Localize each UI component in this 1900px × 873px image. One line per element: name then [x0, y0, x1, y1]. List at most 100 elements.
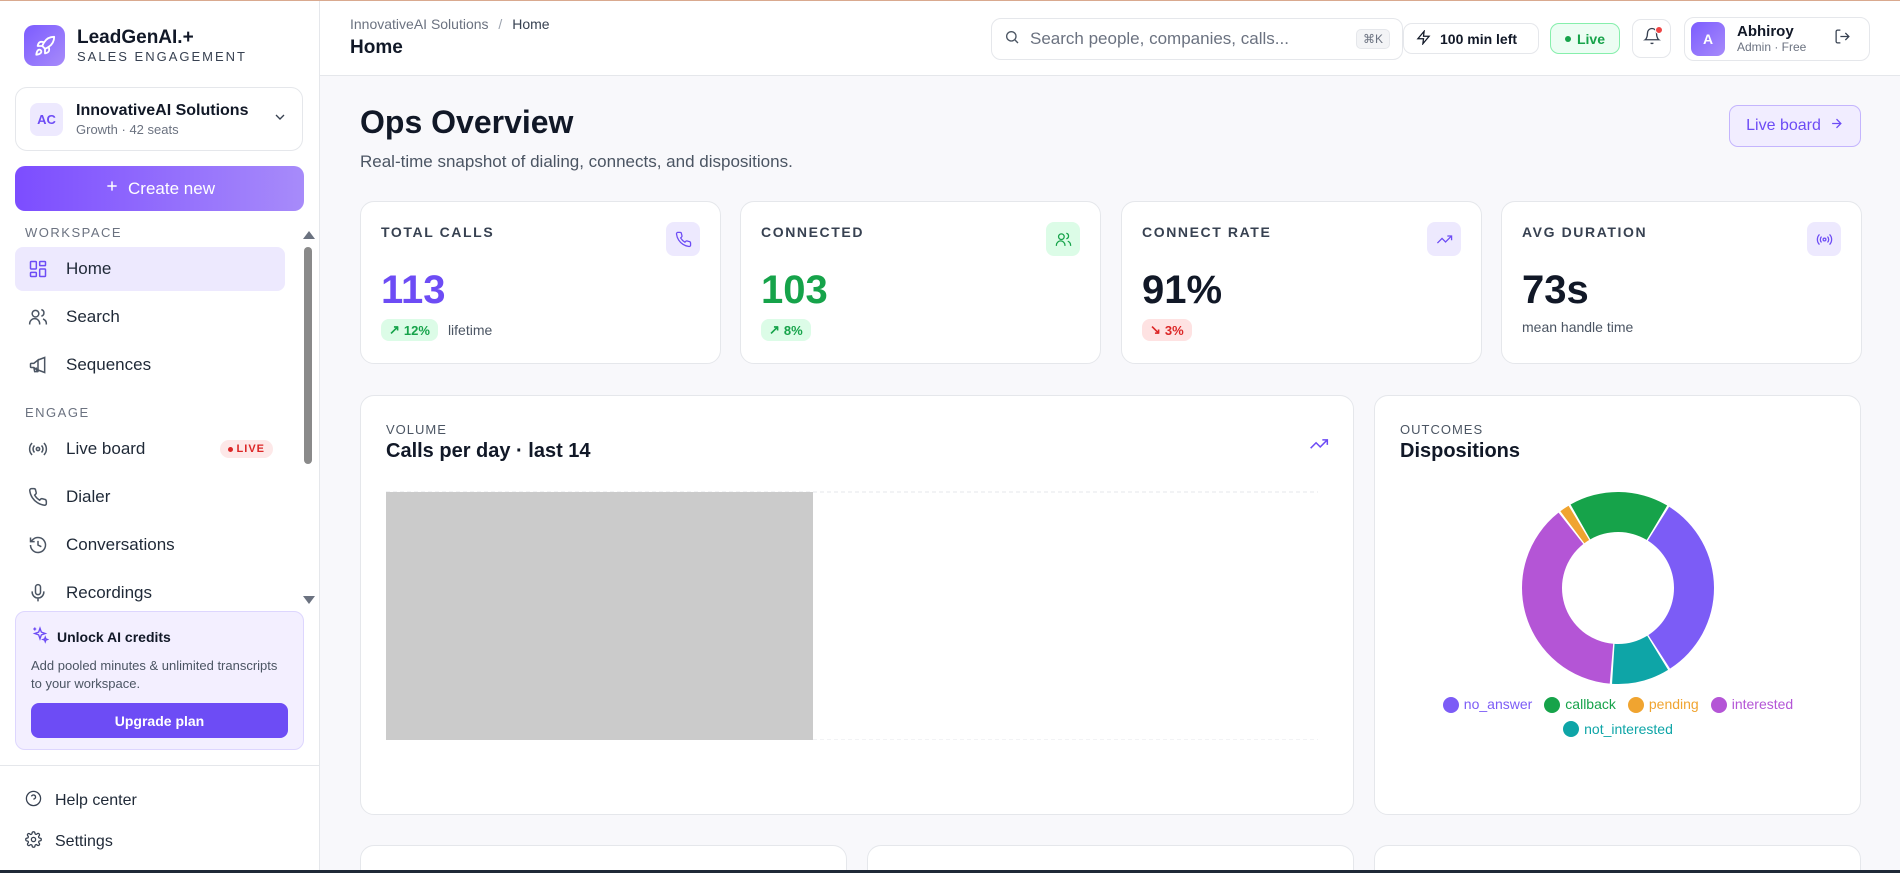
grid-icon [27, 258, 49, 280]
minutes-left-pill[interactable]: 100 min left [1403, 23, 1539, 54]
sidebar-nav: WORKSPACE Home Search Sequences ENGAGE L… [15, 223, 305, 610]
legend-item-callback[interactable]: callback [1544, 694, 1616, 715]
legend-label: no_answer [1463, 696, 1533, 712]
dispositions-legend: no_answer callback pending interested not_in… [1375, 694, 1861, 743]
live-dot [227, 446, 233, 452]
legend-label: interested [1731, 696, 1794, 712]
sidebar-item-label: Recordings [66, 583, 152, 602]
logout-icon[interactable] [1834, 28, 1851, 50]
plus-icon [104, 178, 120, 199]
brand-subtitle: SALES ENGAGEMENT [77, 48, 247, 64]
legend-item-interested[interactable]: interested [1710, 694, 1794, 715]
sidebar-scrollbar[interactable] [302, 229, 315, 609]
top-header: InnovativeAI Solutions / Home Home Searc… [320, 1, 1900, 76]
kpi-card-avg-duration: AVG DURATION 73s mean handle time [1501, 201, 1862, 364]
volume-chart-area [386, 491, 1318, 740]
sidebar-item-dialer[interactable]: Dialer [15, 475, 285, 519]
donut-slice-callback[interactable] [1570, 492, 1668, 540]
trend-up-icon[interactable] [1309, 434, 1329, 459]
search-input[interactable]: Search people, companies, calls... ⌘K [991, 18, 1403, 60]
kpi-label: CONNECT RATE [1142, 224, 1272, 240]
create-new-label: Create new [128, 178, 215, 198]
live-badge: LIVE [219, 440, 273, 458]
users-icon [27, 306, 49, 328]
legend-item-not-interested[interactable]: not_interested [1563, 719, 1673, 740]
donut-slice-interested[interactable] [1522, 512, 1614, 684]
sidebar-item-label: Live board [66, 439, 146, 458]
arrow-down-right-icon: ↘ [1150, 322, 1161, 337]
donut-slice-no-answer[interactable] [1647, 506, 1714, 669]
live-badge-label: LIVE [236, 443, 265, 455]
brand[interactable]: LeadGenAI.+ SALES ENGAGEMENT [24, 25, 247, 66]
sidebar-item-search[interactable]: Search [15, 295, 285, 339]
kpi-change-value: 3% [1164, 322, 1184, 338]
chart-loading-placeholder [386, 492, 813, 740]
sidebar-item-home[interactable]: Home [15, 247, 285, 291]
promo-title: Unlock AI credits [57, 628, 171, 645]
org-name: InnovativeAI Solutions [76, 101, 249, 119]
gear-icon [25, 830, 42, 853]
kpi-value: 113 [381, 268, 446, 312]
sidebar-item-label: Conversations [66, 535, 175, 554]
help-center-label: Help center [55, 791, 137, 809]
live-board-button[interactable]: Live board [1729, 105, 1861, 147]
avatar: A [1691, 22, 1725, 56]
history-icon [27, 534, 49, 556]
kpi-label: CONNECTED [761, 224, 865, 240]
legend-label: not_interested [1584, 720, 1673, 737]
broadcast-icon [27, 438, 49, 460]
kpi-card-total-calls: TOTAL CALLS 113 ↗ 12% lifetime [360, 201, 721, 364]
search-icon [1004, 29, 1020, 50]
org-badge: AC [30, 102, 63, 136]
breadcrumb-separator: / [498, 16, 503, 32]
live-status-pill[interactable]: Live [1550, 23, 1620, 54]
sidebar-item-live-board[interactable]: Live board LIVE [15, 427, 285, 471]
settings-label: Settings [55, 832, 113, 850]
org-plan: Growth · 42 seats [76, 121, 179, 137]
sidebar-item-recordings[interactable]: Recordings [15, 571, 285, 610]
outcomes-card: OUTCOMES Dispositions no_answer callback p… [1374, 395, 1861, 815]
page-title: Home [350, 37, 403, 58]
mic-icon [27, 582, 49, 604]
phone-icon [666, 222, 700, 256]
upgrade-plan-button[interactable]: Upgrade plan [31, 703, 288, 738]
settings-link[interactable]: Settings [0, 821, 320, 862]
live-status-text: Live [1576, 30, 1605, 47]
scroll-up-arrow[interactable] [303, 231, 315, 239]
sidebar-item-conversations[interactable]: Conversations [15, 523, 285, 567]
org-switcher[interactable]: AC InnovativeAI Solutions Growth · 42 se… [15, 87, 303, 151]
kpi-change-value: 12% [403, 322, 430, 338]
user-role: Admin · Free [1737, 40, 1807, 54]
kpi-note: lifetime [447, 322, 493, 338]
sidebar-item-label: Search [66, 307, 120, 326]
legend-item-pending[interactable]: pending [1627, 694, 1699, 715]
sidebar-item-label: Sequences [66, 355, 152, 374]
volume-card: VOLUME Calls per day · last 14 [360, 395, 1354, 815]
bolt-icon [1416, 28, 1431, 48]
breadcrumb-root[interactable]: InnovativeAI Solutions [350, 16, 489, 32]
upgrade-promo: Unlock AI credits Add pooled minutes & u… [15, 611, 304, 750]
bottom-card-2 [867, 845, 1354, 873]
sidebar-item-sequences[interactable]: Sequences [15, 343, 285, 387]
legend-label: callback [1565, 696, 1616, 712]
scroll-thumb[interactable] [304, 247, 312, 464]
breadcrumb: InnovativeAI Solutions / Home [350, 16, 550, 32]
help-center-link[interactable]: Help center [0, 780, 320, 821]
kpi-value: 103 [761, 268, 828, 312]
legend-item-no-answer[interactable]: no_answer [1442, 694, 1533, 715]
users-icon [1046, 222, 1080, 256]
create-new-button[interactable]: Create new [15, 166, 304, 211]
scroll-down-arrow[interactable] [303, 596, 315, 604]
broadcast-icon [1807, 222, 1841, 256]
notifications-button[interactable] [1632, 19, 1671, 58]
main-subtitle: Real-time snapshot of dialing, connects,… [360, 152, 793, 171]
sidebar-footer: Help center Settings [0, 765, 320, 862]
search-shortcut: ⌘K [1355, 29, 1390, 49]
kpi-value: 91% [1142, 268, 1223, 312]
trend-up-icon [1427, 222, 1461, 256]
volume-kicker: VOLUME [386, 422, 447, 437]
main-title: Ops Overview [360, 104, 574, 140]
rocket-icon [24, 25, 65, 66]
user-menu[interactable]: A Abhiroy Admin · Free [1684, 17, 1870, 61]
legend-swatch [1442, 696, 1459, 713]
